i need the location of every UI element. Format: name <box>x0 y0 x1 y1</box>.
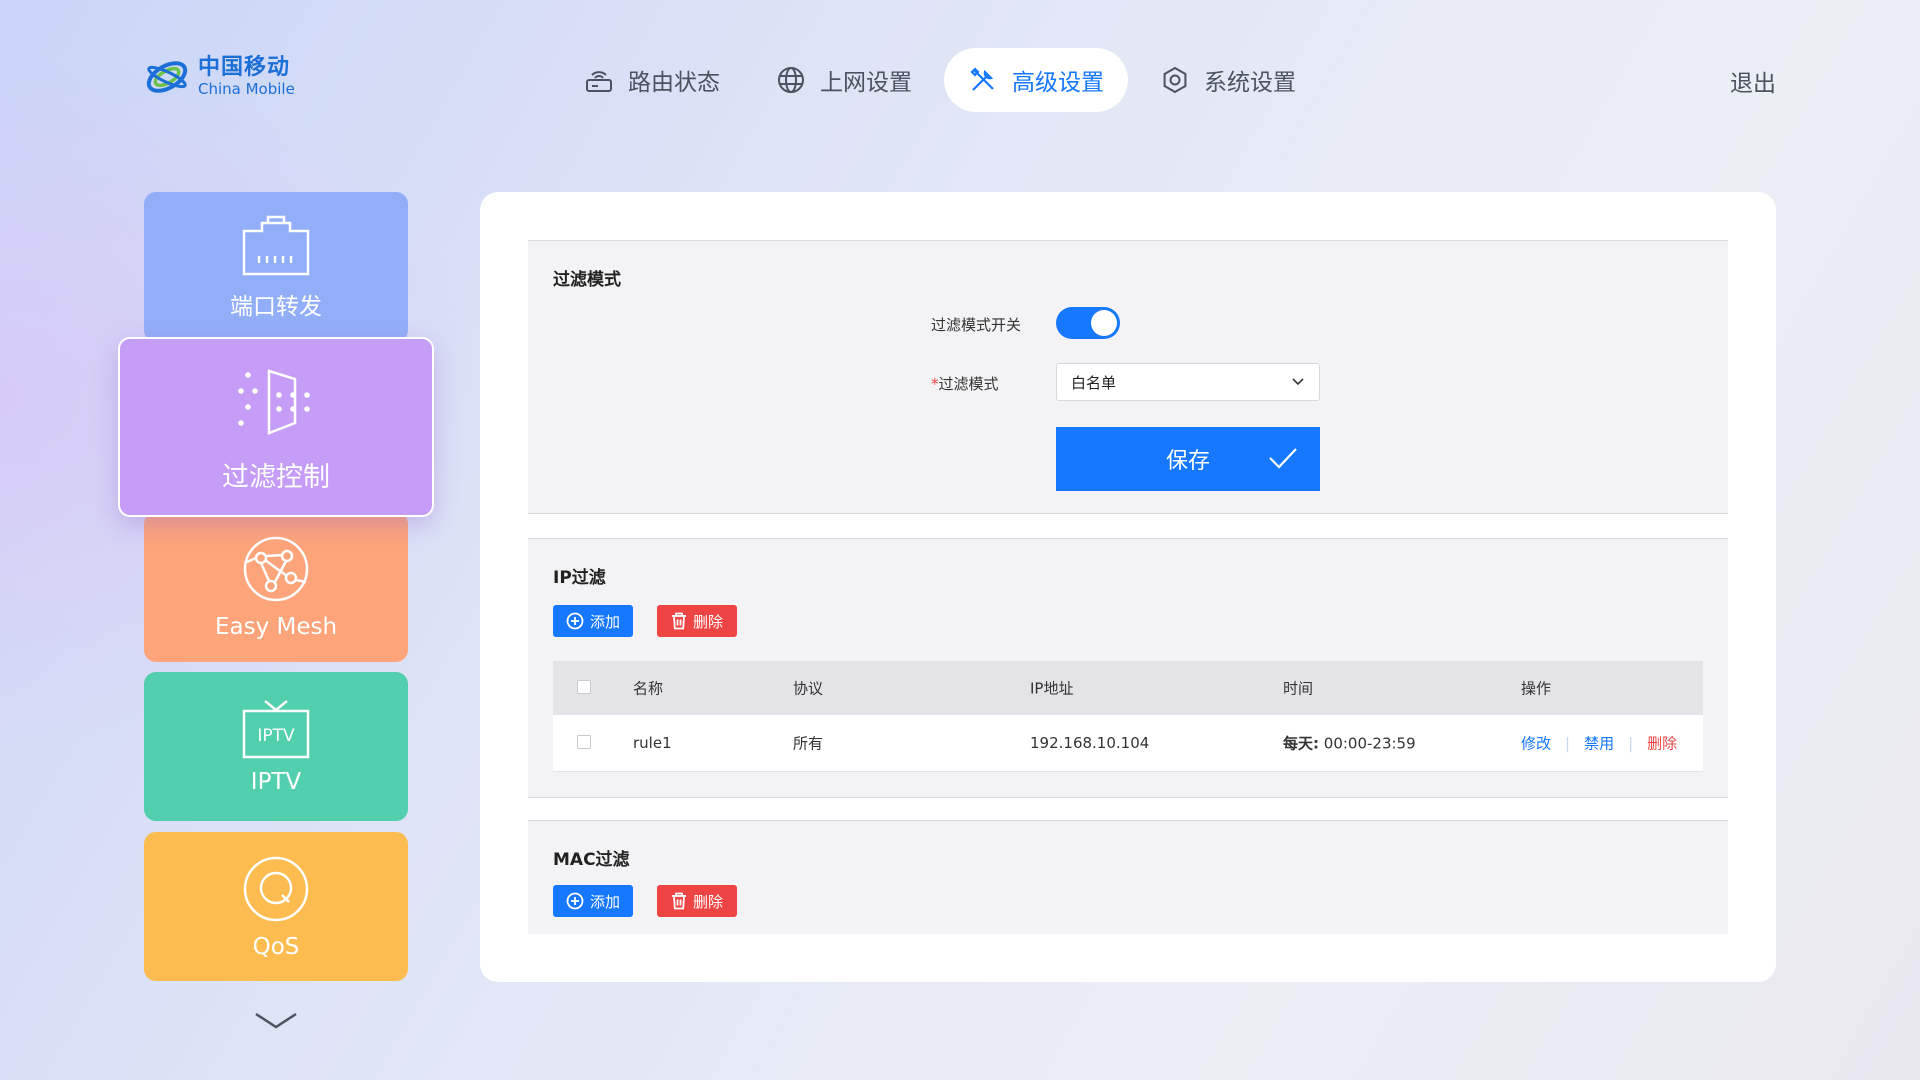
add-label: 添加 <box>589 612 620 631</box>
filter-mode-section: 过滤模式 过滤模式开关 *过滤模式 白名单 保存 <box>528 240 1728 514</box>
settings-hex-icon <box>1163 66 1187 94</box>
add-label: 添加 <box>589 892 620 911</box>
delete-label: 删除 <box>692 612 723 631</box>
table-header: 名称 协议 IP地址 时间 操作 <box>553 661 1703 715</box>
sidebar-item-filter-control[interactable]: 过滤控制 <box>118 337 434 517</box>
filter-mode-select[interactable]: 白名单 <box>1056 363 1320 401</box>
top-navigation: 路由状态 上网设置 高级设置 系统设置 <box>560 48 1328 112</box>
filter-mode-label: *过滤模式 <box>931 373 999 394</box>
mac-add-button[interactable]: 添加 <box>553 885 633 917</box>
column-header-protocol: 协议 <box>793 679 824 698</box>
ethernet-port-icon <box>242 215 310 276</box>
trash-icon <box>671 612 686 630</box>
save-button[interactable]: 保存 <box>1056 427 1320 491</box>
column-header-ip: IP地址 <box>1030 679 1074 698</box>
filter-door-icon <box>238 368 310 435</box>
check-icon <box>1269 448 1297 469</box>
sidebar-item-label: 过滤控制 <box>222 461 330 493</box>
sidebar-item-iptv[interactable]: IPTV IPTV <box>144 672 408 821</box>
brand-name-cn: 中国移动 <box>198 55 291 80</box>
plus-circle-icon <box>566 892 584 910</box>
nav-tab-label: 高级设置 <box>1012 70 1104 96</box>
section-title: IP过滤 <box>553 568 606 588</box>
edit-link[interactable]: 修改 <box>1521 735 1551 753</box>
nav-tab-label: 上网设置 <box>820 70 912 96</box>
brand-name-en: China Mobile <box>198 80 295 98</box>
section-title: 过滤模式 <box>553 270 621 290</box>
row-checkbox[interactable] <box>577 735 591 749</box>
mac-delete-button[interactable]: 删除 <box>657 885 737 917</box>
router-icon <box>586 71 612 92</box>
nav-tab-advanced-settings[interactable]: 高级设置 <box>944 48 1128 112</box>
sidebar-item-easy-mesh[interactable]: Easy Mesh <box>144 512 408 662</box>
time-prefix: 每天: <box>1283 734 1319 753</box>
select-all-checkbox[interactable] <box>577 680 591 694</box>
brand-logo: 中国移动 China Mobile <box>144 54 295 100</box>
sidebar-item-label: QoS <box>252 933 300 960</box>
filter-mode-toggle[interactable] <box>1056 307 1120 339</box>
logout-button[interactable]: 退出 <box>1730 64 1776 98</box>
delete-link[interactable]: 删除 <box>1647 735 1677 753</box>
time-range: 00:00-23:59 <box>1323 734 1416 753</box>
rule-name: rule1 <box>633 734 672 752</box>
table-row: rule1 所有 192.168.10.104 每天: 00:00-23:59 … <box>553 715 1703 772</box>
sidebar-item-qos[interactable]: QoS <box>144 832 408 981</box>
section-title: MAC过滤 <box>553 850 630 870</box>
rule-ip: 192.168.10.104 <box>1030 734 1150 752</box>
required-mark: * <box>931 375 939 393</box>
china-mobile-logo-icon <box>146 61 188 93</box>
chevron-down-icon[interactable] <box>254 1010 298 1032</box>
delete-label: 删除 <box>692 892 723 911</box>
nav-tab-label: 系统设置 <box>1204 70 1296 96</box>
chevron-down-icon <box>1292 378 1304 386</box>
rule-protocol: 所有 <box>793 734 824 753</box>
nav-tab-internet-settings[interactable]: 上网设置 <box>752 48 936 112</box>
tools-icon <box>970 67 994 91</box>
sidebar-item-label: 端口转发 <box>230 294 322 320</box>
ip-delete-button[interactable]: 删除 <box>657 605 737 637</box>
mesh-network-icon <box>243 536 309 602</box>
action-divider: | <box>1565 734 1571 753</box>
rule-time: 每天: 00:00-23:59 <box>1283 733 1416 754</box>
action-divider: | <box>1628 734 1634 753</box>
column-header-actions: 操作 <box>1521 679 1552 698</box>
column-header-name: 名称 <box>633 679 664 698</box>
main-panel: 过滤模式 过滤模式开关 *过滤模式 白名单 保存 IP过滤 添加 删除 名称 协… <box>480 192 1776 982</box>
sidebar-item-label: Easy Mesh <box>214 614 338 640</box>
filter-switch-label: 过滤模式开关 <box>931 316 1022 334</box>
mac-filter-section: MAC过滤 添加 删除 <box>528 820 1728 934</box>
sidebar-item-port-forwarding[interactable]: 端口转发 <box>144 192 408 342</box>
ip-filter-table: 名称 协议 IP地址 时间 操作 rule1 所有 192.168.10.104… <box>553 661 1703 772</box>
row-actions: 修改 | 禁用 | 删除 <box>1521 733 1677 754</box>
plus-circle-icon <box>566 612 584 630</box>
nav-tab-label: 路由状态 <box>628 70 720 96</box>
qos-icon <box>243 856 309 921</box>
filter-mode-label-text: 过滤模式 <box>938 375 999 393</box>
ip-add-button[interactable]: 添加 <box>553 605 633 637</box>
toggle-knob <box>1091 310 1117 336</box>
tv-icon: IPTV <box>242 699 310 758</box>
trash-icon <box>671 892 686 910</box>
column-header-time: 时间 <box>1283 679 1314 698</box>
nav-tab-router-status[interactable]: 路由状态 <box>560 48 744 112</box>
ip-filter-section: IP过滤 添加 删除 名称 协议 IP地址 时间 操作 rule1 所有 192… <box>528 538 1728 798</box>
disable-link[interactable]: 禁用 <box>1584 735 1614 753</box>
sidebar-item-label: IPTV <box>250 768 302 795</box>
filter-mode-value: 白名单 <box>1071 373 1117 392</box>
tv-icon-text: IPTV <box>257 726 295 746</box>
globe-icon <box>778 67 804 93</box>
nav-tab-system-settings[interactable]: 系统设置 <box>1136 48 1320 112</box>
save-button-label: 保存 <box>1165 449 1210 474</box>
